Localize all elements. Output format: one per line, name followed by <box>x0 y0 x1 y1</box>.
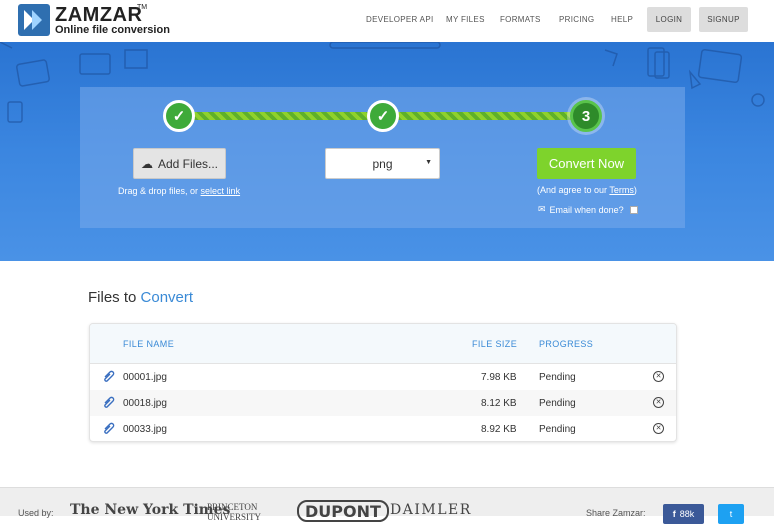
terms-link[interactable]: Terms <box>609 185 634 195</box>
nav-pricing[interactable]: PRICING <box>559 15 594 24</box>
login-button[interactable]: LOGIN <box>647 7 691 32</box>
file-progress: Pending <box>539 424 576 435</box>
file-progress: Pending <box>539 372 576 383</box>
step-1-check-icon: ✓ <box>163 100 195 132</box>
select-link[interactable]: select link <box>201 186 241 196</box>
used-by-label: Used by: <box>18 508 54 518</box>
table-header: FILE NAME FILE SIZE PROGRESS <box>90 324 676 364</box>
terms-agreement: (And agree to our Terms) <box>537 185 637 195</box>
file-size: 7.98 KB <box>481 372 517 383</box>
file-name: 00018.jpg <box>123 398 167 409</box>
nav-my-files[interactable]: MY FILES <box>446 15 485 24</box>
dropdown-caret-icon: ▼ <box>425 159 432 166</box>
paperclip-icon <box>104 422 115 434</box>
nav-developer-api[interactable]: DEVELOPER API <box>366 15 433 24</box>
convert-now-button[interactable]: Convert Now <box>537 148 636 179</box>
site-header: ZAMZAR TM Online file conversion DEVELOP… <box>0 0 774 42</box>
email-label: Email when done? <box>549 204 624 215</box>
twitter-share-button[interactable]: t <box>718 504 744 524</box>
remove-file-icon[interactable]: ✕ <box>653 397 664 408</box>
facebook-icon: f <box>672 509 676 519</box>
column-progress: PROGRESS <box>539 339 594 349</box>
step-2-check-icon: ✓ <box>367 100 399 132</box>
file-name: 00033.jpg <box>123 424 167 435</box>
add-files-button[interactable]: ☁ Add Files... <box>133 148 226 179</box>
drag-drop-hint: Drag & drop files, or select link <box>118 186 241 196</box>
table-row: 00033.jpg 8.92 KB Pending ✕ <box>90 416 676 441</box>
paperclip-icon <box>104 370 115 382</box>
signup-button[interactable]: SIGNUP <box>699 7 748 32</box>
nav-help[interactable]: HELP <box>611 15 633 24</box>
column-file-size: FILE SIZE <box>472 339 518 349</box>
envelope-icon: ✉ <box>538 204 546 214</box>
nav-formats[interactable]: FORMATS <box>500 15 541 24</box>
logo-trademark: TM <box>137 4 148 11</box>
file-name: 00001.jpg <box>123 372 167 383</box>
paperclip-icon <box>104 396 115 408</box>
zamzar-logo-icon[interactable] <box>18 4 50 36</box>
cloud-upload-icon: ☁ <box>140 156 153 171</box>
twitter-icon: t <box>729 509 733 519</box>
files-section-title: Files to Convert <box>88 289 194 306</box>
column-file-name: FILE NAME <box>123 339 175 349</box>
logo-tagline: Online file conversion <box>55 24 170 36</box>
format-value: png <box>372 156 393 171</box>
file-size: 8.12 KB <box>481 398 517 409</box>
table-row: 00001.jpg 7.98 KB Pending ✕ <box>90 364 676 390</box>
facebook-count: 88k <box>679 509 695 519</box>
remove-file-icon[interactable]: ✕ <box>653 423 664 434</box>
remove-file-icon[interactable]: ✕ <box>653 371 664 382</box>
file-progress: Pending <box>539 398 576 409</box>
share-label: Share Zamzar: <box>586 508 646 518</box>
email-checkbox[interactable] <box>629 205 638 214</box>
add-files-label: Add Files... <box>157 156 219 171</box>
email-when-done-row: ✉ Email when done? <box>538 204 638 215</box>
brand-dupont: DUPONT <box>297 500 389 522</box>
format-select[interactable]: png ▼ <box>325 148 440 179</box>
facebook-share-button[interactable]: f 88k <box>663 504 704 524</box>
table-row: 00018.jpg 8.12 KB Pending ✕ <box>90 390 676 416</box>
brand-princeton: PRINCETON UNIVERSITY <box>207 502 261 522</box>
file-size: 8.92 KB <box>481 424 517 435</box>
step-3-badge: 3 <box>570 100 602 132</box>
files-table: FILE NAME FILE SIZE PROGRESS 00001.jpg 7… <box>89 323 677 442</box>
site-footer: Used by: The New York Times PRINCETON UN… <box>0 487 774 524</box>
